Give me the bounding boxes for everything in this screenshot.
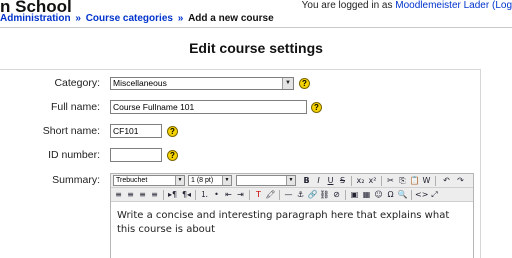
html-source-icon[interactable]: <>: [415, 189, 428, 200]
text-color-icon[interactable]: T: [253, 189, 264, 200]
editor-toolbar-row-2: ≡ ≡ ≡ ≡ ▸¶ ¶◂ ⒈ • ⇤ ⇥ T 🖍 — ⚓ 🔗 ⛓ ⊘ ▣ ▦ …: [111, 188, 473, 202]
ordered-list-icon[interactable]: ⒈: [199, 189, 210, 200]
paste-from-word-icon[interactable]: W: [421, 175, 432, 186]
category-select[interactable]: Miscellaneous ▼: [110, 77, 294, 90]
font-size-select[interactable]: 1 (8 pt) ▼: [188, 175, 232, 186]
underline-icon[interactable]: U: [325, 175, 336, 186]
category-label: Category:: [54, 77, 100, 89]
insert-image-icon[interactable]: ▣: [349, 189, 360, 200]
chevron-down-icon: ▼: [282, 78, 293, 89]
align-right-icon[interactable]: ≡: [137, 189, 148, 200]
insert-table-icon[interactable]: ▦: [361, 189, 372, 200]
right-to-left-icon[interactable]: ¶◂: [181, 189, 192, 200]
summary-label: Summary:: [52, 174, 100, 186]
summary-textarea[interactable]: Write a concise and interesting paragrap…: [111, 203, 473, 243]
toolbar-divider: [249, 190, 250, 200]
anchor-icon[interactable]: ⚓: [295, 189, 306, 200]
help-icon[interactable]: ?: [167, 150, 178, 161]
background-color-icon[interactable]: 🖍: [265, 189, 276, 200]
unordered-list-icon[interactable]: •: [211, 189, 222, 200]
font-family-value: Trebuchet: [116, 177, 148, 184]
breadcrumb: Administration » Course categories » Add…: [0, 13, 512, 28]
login-info: You are logged in as Moodlemeister Lader…: [302, 0, 512, 11]
toolbar-divider: [411, 190, 412, 200]
paste-icon[interactable]: 📋: [409, 175, 420, 186]
superscript-icon[interactable]: x²: [367, 175, 378, 186]
format-select[interactable]: ▼: [236, 175, 296, 186]
help-icon[interactable]: ?: [167, 126, 178, 137]
idnumber-input[interactable]: [110, 148, 162, 162]
toolbar-divider: [435, 176, 436, 186]
copy-icon[interactable]: ⎘: [397, 175, 408, 186]
toolbar-divider: [195, 190, 196, 200]
undo-icon[interactable]: ↶: [441, 175, 452, 186]
left-to-right-icon[interactable]: ▸¶: [167, 189, 178, 200]
subscript-icon[interactable]: x₂: [355, 175, 366, 186]
chevron-down-icon: ▼: [175, 176, 184, 185]
login-prefix: You are logged in as: [301, 0, 393, 11]
smiley-icon[interactable]: ☺: [373, 189, 384, 200]
indent-icon[interactable]: ⇥: [235, 189, 246, 200]
italic-icon[interactable]: I: [313, 175, 324, 186]
breadcrumb-course-categories[interactable]: Course categories: [86, 13, 173, 24]
shortname-label: Short name:: [42, 125, 100, 137]
horizontal-rule-icon[interactable]: —: [283, 189, 294, 200]
toolbar-divider: [351, 176, 352, 186]
redo-icon[interactable]: ↷: [455, 175, 466, 186]
bold-icon[interactable]: B: [301, 175, 312, 186]
breadcrumb-separator: »: [177, 13, 184, 24]
page-title: Edit course settings: [189, 40, 323, 56]
logout-link[interactable]: (Log: [492, 0, 512, 11]
help-icon[interactable]: ?: [299, 78, 310, 89]
toolbar-divider: [381, 176, 382, 186]
user-profile-link[interactable]: Moodlemeister Lader: [395, 0, 489, 11]
editor-toolbar-row-1: Trebuchet ▼ 1 (8 pt) ▼ ▼ B I U S x₂ x² ✂…: [111, 174, 473, 188]
justify-icon[interactable]: ≡: [149, 189, 160, 200]
fullname-input[interactable]: Course Fullname 101: [110, 100, 307, 114]
breadcrumb-separator: »: [75, 13, 81, 24]
cut-icon[interactable]: ✂: [385, 175, 396, 186]
summary-editor: Trebuchet ▼ 1 (8 pt) ▼ ▼ B I U S x₂ x² ✂…: [110, 173, 474, 258]
chevron-down-icon: ▼: [222, 176, 231, 185]
idnumber-label: ID number:: [48, 149, 100, 161]
outdent-icon[interactable]: ⇤: [223, 189, 234, 200]
font-size-value: 1 (8 pt): [191, 177, 214, 184]
toolbar-divider: [163, 190, 164, 200]
search-replace-icon[interactable]: 🔍: [397, 189, 408, 200]
category-value: Miscellaneous: [113, 78, 167, 88]
breadcrumb-current-page: Add a new course: [188, 13, 274, 24]
align-center-icon[interactable]: ≡: [125, 189, 136, 200]
help-icon[interactable]: ?: [311, 102, 322, 113]
align-left-icon[interactable]: ≡: [113, 189, 124, 200]
link-icon[interactable]: 🔗: [307, 189, 318, 200]
shortname-input[interactable]: CF101: [110, 124, 162, 138]
prevent-autolink-icon[interactable]: ⊘: [331, 189, 342, 200]
fullscreen-icon[interactable]: ⤢: [429, 189, 440, 200]
chevron-down-icon: ▼: [286, 176, 295, 185]
unlink-icon[interactable]: ⛓: [319, 189, 330, 200]
toolbar-divider: [345, 190, 346, 200]
special-character-icon[interactable]: Ω: [385, 189, 396, 200]
strikethrough-icon[interactable]: S: [337, 175, 348, 186]
fullname-label: Full name:: [50, 101, 100, 113]
toolbar-divider: [279, 190, 280, 200]
breadcrumb-administration[interactable]: Administration: [0, 13, 71, 24]
font-family-select[interactable]: Trebuchet ▼: [113, 175, 185, 186]
